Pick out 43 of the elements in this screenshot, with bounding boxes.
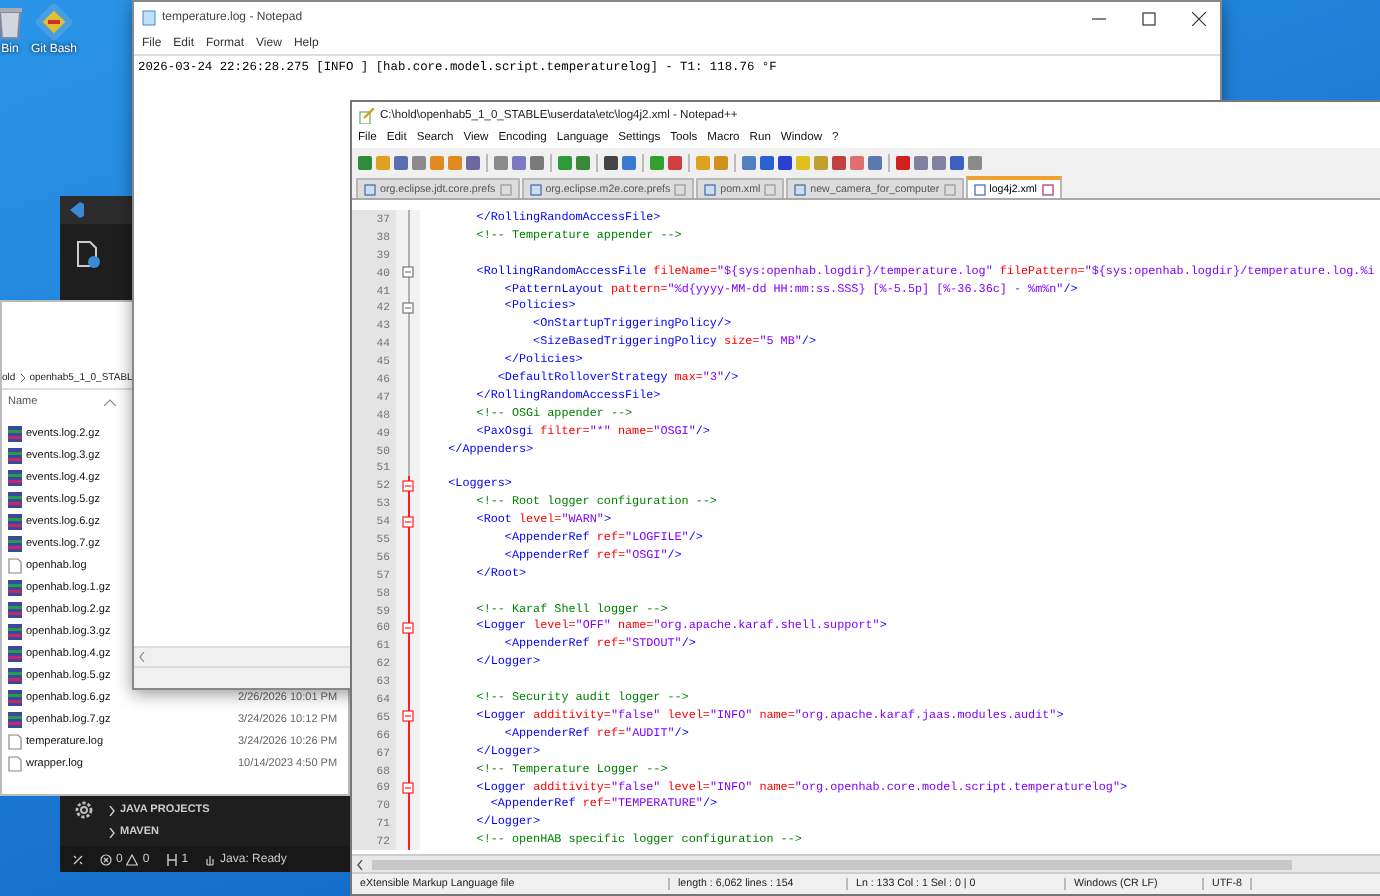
file-icon [529, 183, 542, 195]
text-file-icon [8, 557, 22, 573]
archive-file-icon [8, 645, 22, 661]
recycle-bin-icon[interactable] [0, 4, 28, 40]
archive-file-icon [8, 535, 22, 551]
scrollbar-thumb[interactable] [372, 859, 1292, 869]
maximize-icon[interactable] [1141, 11, 1155, 25]
file-icon [794, 183, 807, 195]
fold-toggle-icon[interactable] [402, 781, 414, 794]
file-icon [364, 183, 376, 195]
settings-icon[interactable] [72, 798, 96, 822]
scroll-left-icon[interactable] [356, 859, 364, 869]
fold-toggle-icon[interactable] [402, 266, 414, 279]
archive-file-icon [8, 601, 22, 617]
fold-toggle-icon[interactable] [402, 301, 414, 314]
archive-file-icon [8, 447, 22, 463]
error-icon [100, 853, 112, 865]
scroll-left-icon[interactable] [138, 652, 146, 662]
code-editor[interactable] [352, 200, 1380, 854]
notepad-plus-plus-icon [358, 107, 374, 123]
archive-file-icon [8, 491, 22, 507]
sort-caret-icon [103, 398, 116, 406]
fold-toggle-icon[interactable] [402, 710, 414, 723]
git-bash-icon[interactable] [36, 4, 72, 40]
archive-file-icon [8, 711, 22, 727]
close-icon[interactable] [1191, 11, 1205, 25]
archive-file-icon [8, 425, 22, 441]
archive-file-icon [8, 579, 22, 595]
archive-file-icon [8, 623, 22, 639]
archive-file-icon [8, 667, 22, 683]
notepad-icon [142, 10, 156, 26]
app-logo-icon [68, 202, 84, 218]
warning-icon [126, 853, 139, 865]
fold-toggle-icon[interactable] [402, 515, 414, 528]
file-icon [973, 183, 986, 195]
hand-icon [204, 853, 217, 865]
archive-file-icon [8, 513, 22, 529]
fold-toggle-icon[interactable] [402, 621, 414, 634]
archive-file-icon [8, 689, 22, 705]
file-icon [704, 183, 717, 195]
archive-file-icon [8, 469, 22, 485]
document-sync-icon[interactable] [76, 240, 100, 268]
fold-toggle-icon[interactable] [402, 479, 414, 492]
